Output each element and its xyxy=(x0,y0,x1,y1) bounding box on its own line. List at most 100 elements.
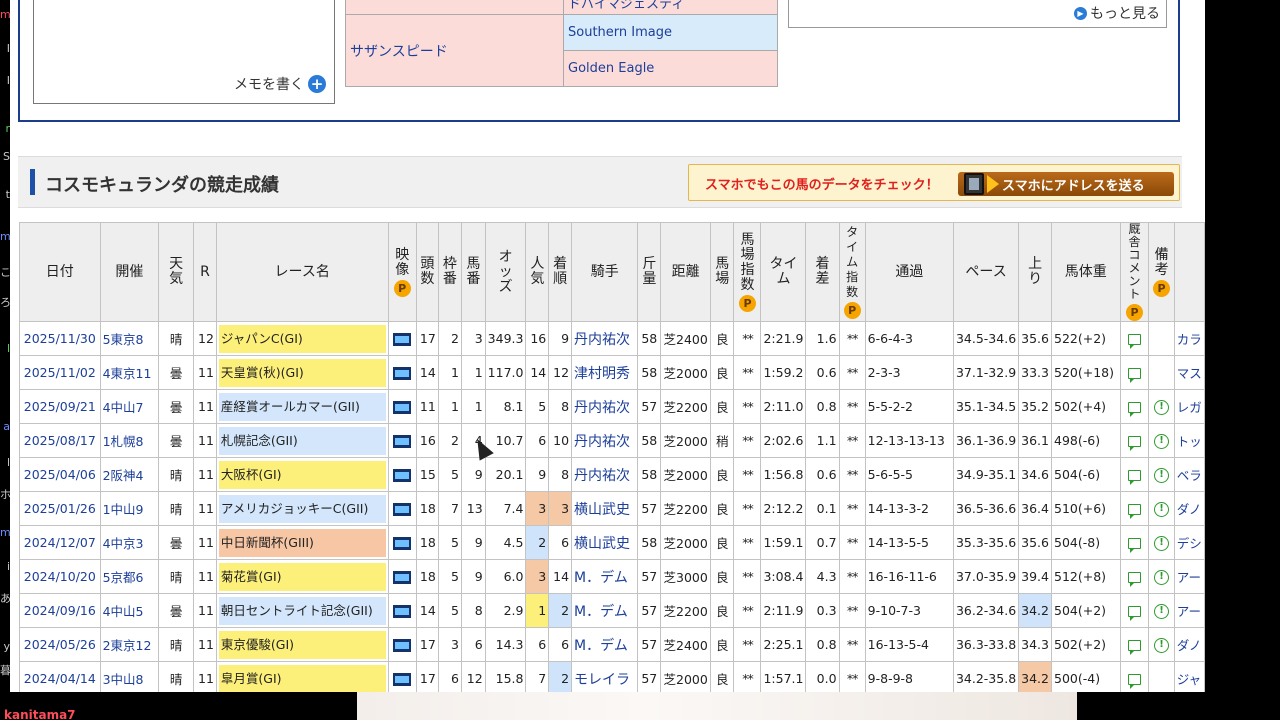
venue-link[interactable]: 2阪神4 xyxy=(99,457,160,492)
race-name-link[interactable]: 産経賞オールカマー(GII) xyxy=(215,389,389,424)
video-cell xyxy=(387,491,417,526)
jockey-link[interactable]: M．デム xyxy=(571,559,639,594)
pedigree-row1[interactable]: Southern Image xyxy=(563,14,778,51)
race-name-link[interactable]: 朝日セントライト記念(GII) xyxy=(215,593,389,628)
jockey-link[interactable]: 丹内祐次 xyxy=(571,423,639,458)
jockey-link[interactable]: 横山武史 xyxy=(571,525,639,560)
video-icon[interactable] xyxy=(393,605,412,618)
extra-cell[interactable]: デシ xyxy=(1173,525,1205,560)
info-icon[interactable]: ! xyxy=(1154,637,1170,653)
race-name-link[interactable]: 天皇賞(秋)(GI) xyxy=(215,355,389,390)
jockey-link[interactable]: 丹内祐次 xyxy=(571,457,639,492)
video-icon[interactable] xyxy=(393,333,412,346)
comment-icon[interactable] xyxy=(1127,572,1141,587)
header-date[interactable]: 日付 xyxy=(19,222,101,322)
date-link[interactable]: 2024/09/16 xyxy=(19,593,101,628)
venue-link[interactable]: 1札幌8 xyxy=(99,423,160,458)
info-icon[interactable]: ! xyxy=(1154,399,1170,415)
info-icon[interactable]: ! xyxy=(1154,501,1170,517)
race-name-link[interactable]: 皐月賞(GI) xyxy=(215,661,389,692)
horse-number-cell: 9 xyxy=(460,525,486,560)
extra-cell[interactable]: レガ xyxy=(1173,389,1205,424)
date-link[interactable]: 2025/04/06 xyxy=(19,457,101,492)
info-icon[interactable]: ! xyxy=(1154,535,1170,551)
comment-icon[interactable] xyxy=(1127,436,1141,451)
date-link[interactable]: 2025/09/21 xyxy=(19,389,101,424)
venue-link[interactable]: 4東京11 xyxy=(99,355,160,390)
jockey-link[interactable]: モレイラ xyxy=(571,661,639,692)
venue-link[interactable]: 4中京3 xyxy=(99,525,160,560)
jockey-link[interactable]: 丹内祐次 xyxy=(571,389,639,424)
video-icon[interactable] xyxy=(393,571,412,584)
video-icon[interactable] xyxy=(393,367,412,380)
race-name-link[interactable]: 東京優駿(GI) xyxy=(215,627,389,662)
comment-icon[interactable] xyxy=(1127,504,1141,519)
pedigree-top-cell[interactable]: ドバイマジェスティ xyxy=(563,0,778,15)
jockey-link[interactable]: 津村明秀 xyxy=(571,355,639,390)
venue-link[interactable]: 5京都6 xyxy=(99,559,160,594)
comment-icon[interactable] xyxy=(1127,402,1141,417)
pedigree-row2[interactable]: Golden Eagle xyxy=(563,50,778,87)
extra-cell[interactable]: ダノ xyxy=(1173,627,1205,662)
extra-cell[interactable]: ベラ xyxy=(1173,457,1205,492)
race-name-link[interactable]: 大阪杯(GI) xyxy=(215,457,389,492)
venue-link[interactable]: 3中山8 xyxy=(99,661,160,692)
date-link[interactable]: 2024/12/07 xyxy=(19,525,101,560)
jockey-link[interactable]: M．デム xyxy=(571,627,639,662)
venue-link[interactable]: 2東京12 xyxy=(99,627,160,662)
comment-icon[interactable] xyxy=(1127,674,1141,689)
comment-icon[interactable] xyxy=(1127,538,1141,553)
date-link[interactable]: 2025/11/02 xyxy=(19,355,101,390)
date-link[interactable]: 2025/11/30 xyxy=(19,321,101,356)
extra-cell[interactable]: アー xyxy=(1173,593,1205,628)
comment-icon[interactable] xyxy=(1127,334,1141,349)
info-icon[interactable]: ! xyxy=(1154,603,1170,619)
last-cell: 34.6 xyxy=(1018,457,1052,492)
date-link[interactable]: 2024/05/26 xyxy=(19,627,101,662)
jockey-link[interactable]: 丹内祐次 xyxy=(571,321,639,356)
extra-cell[interactable]: カラ xyxy=(1173,321,1205,356)
info-icon[interactable]: ! xyxy=(1154,569,1170,585)
extra-cell[interactable]: トッ xyxy=(1173,423,1205,458)
extra-cell[interactable]: アー xyxy=(1173,559,1205,594)
video-icon[interactable] xyxy=(393,435,412,448)
race-name-link[interactable]: アメリカジョッキーC(GII) xyxy=(215,491,389,526)
extra-cell[interactable]: ジャ xyxy=(1173,661,1205,692)
video-icon[interactable] xyxy=(393,537,412,550)
info-icon[interactable]: ! xyxy=(1154,467,1170,483)
venue-link[interactable]: 4中山5 xyxy=(99,593,160,628)
time-index-cell: ** xyxy=(838,355,866,390)
race-name-link[interactable]: ジャパンC(GI) xyxy=(215,321,389,356)
video-icon[interactable] xyxy=(393,469,412,482)
race-name-link[interactable]: 札幌記念(GII) xyxy=(215,423,389,458)
video-icon[interactable] xyxy=(393,673,412,686)
send-address-button[interactable]: スマホにアドレスを送る xyxy=(958,172,1174,196)
video-cell xyxy=(387,457,417,492)
comment-icon[interactable] xyxy=(1127,640,1141,655)
more-link[interactable]: ▶ もっと見る xyxy=(1074,3,1160,23)
date-link[interactable]: 2025/08/17 xyxy=(19,423,101,458)
jockey-link[interactable]: 横山武史 xyxy=(571,491,639,526)
video-icon[interactable] xyxy=(393,401,412,414)
video-icon[interactable] xyxy=(393,503,412,516)
comment-icon[interactable] xyxy=(1127,470,1141,485)
venue-link[interactable]: 5東京8 xyxy=(99,321,160,356)
pedigree-sire[interactable]: サザンスピード xyxy=(345,14,564,87)
date-link[interactable]: 2025/01/26 xyxy=(19,491,101,526)
race-name-link[interactable]: 菊花賞(GI) xyxy=(215,559,389,594)
jockey-link[interactable]: M．デム xyxy=(571,593,639,628)
info-icon[interactable]: ! xyxy=(1154,433,1170,449)
date-link[interactable]: 2024/04/14 xyxy=(19,661,101,692)
comment-icon[interactable] xyxy=(1127,606,1141,621)
venue-link[interactable]: 4中山7 xyxy=(99,389,160,424)
pace-cell: 34.9-35.1 xyxy=(952,457,1020,492)
extra-cell[interactable]: ダノ xyxy=(1173,491,1205,526)
extra-cell[interactable]: マス xyxy=(1173,355,1205,390)
race-name-link[interactable]: 中日新聞杯(GIII) xyxy=(215,525,389,560)
date-link[interactable]: 2024/10/20 xyxy=(19,559,101,594)
comment-icon[interactable] xyxy=(1127,368,1141,383)
header-venue[interactable]: 開催 xyxy=(99,222,160,322)
write-memo-link[interactable]: メモを書く + xyxy=(234,74,326,94)
video-icon[interactable] xyxy=(393,639,412,652)
venue-link[interactable]: 1中山9 xyxy=(99,491,160,526)
